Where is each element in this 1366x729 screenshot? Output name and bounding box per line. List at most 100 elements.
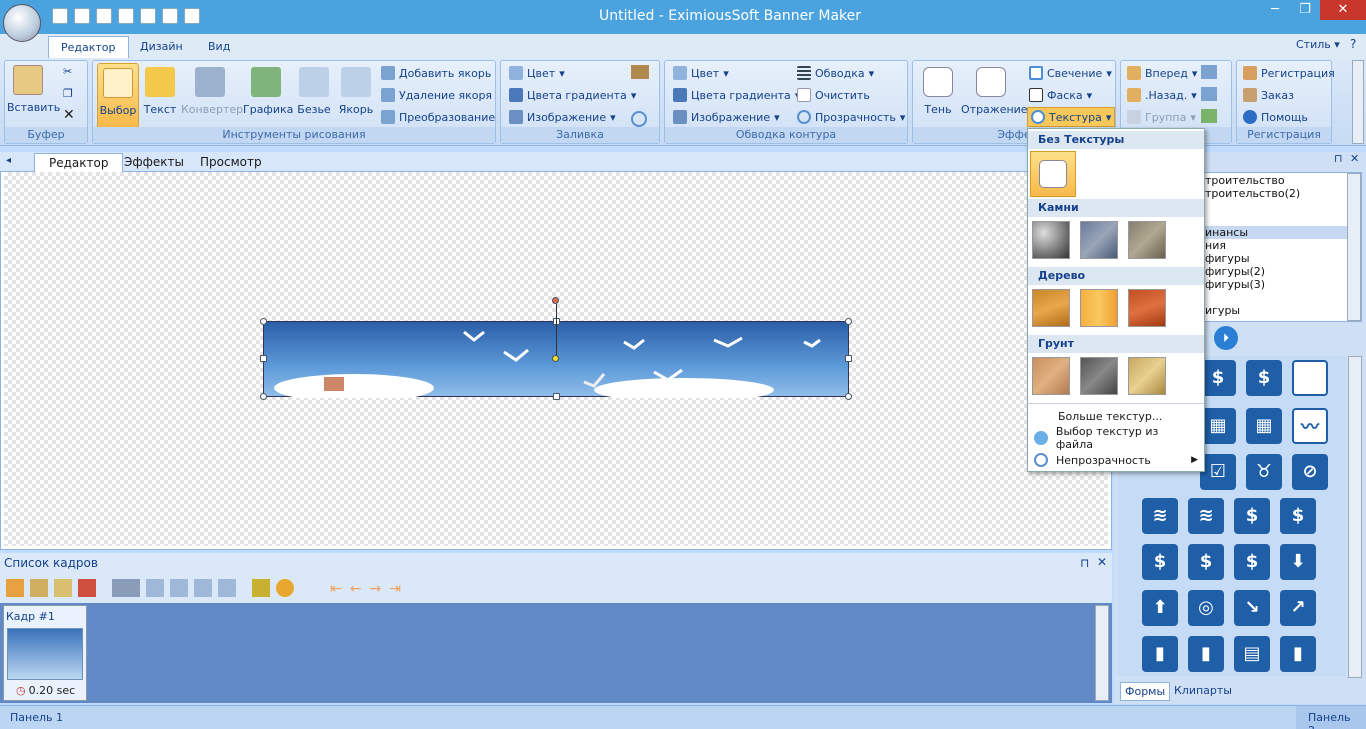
help-icon[interactable]: ? (1350, 37, 1356, 51)
text-tool-button[interactable]: Текст (139, 63, 181, 129)
last-frame-icon[interactable]: ⇥ (389, 581, 401, 597)
upload-tray-icon[interactable]: ⬆ (1142, 590, 1178, 626)
fill-opacity-icon[interactable] (631, 111, 647, 127)
money-bag-icon[interactable]: $ (1200, 360, 1236, 396)
undo-icon[interactable] (162, 8, 178, 24)
bevel-button[interactable]: Фаска ▾ (1029, 85, 1092, 105)
resize-handle[interactable] (260, 393, 267, 400)
doc-tab-effects[interactable]: Эффекты (110, 153, 198, 172)
anchor-tool-button[interactable]: Якорь (335, 63, 377, 129)
download-tray-icon[interactable]: ⬇ (1280, 544, 1316, 580)
outline-color-button[interactable]: Цвет ▾ (673, 63, 729, 83)
list-item[interactable]: троительство (1205, 174, 1361, 187)
tab-shapes[interactable]: Формы (1120, 682, 1171, 701)
soil-texture-3[interactable] (1128, 357, 1166, 395)
center-handle[interactable] (552, 355, 559, 362)
duplicate-frame-icon[interactable] (54, 579, 72, 597)
resize-handle[interactable] (845, 355, 852, 362)
list-item[interactable]: игуры (1205, 304, 1361, 317)
list-scrollbar[interactable] (1347, 173, 1361, 321)
remove-anchor-button[interactable]: Удаление якоря (381, 85, 492, 105)
outline-gradient-button[interactable]: Цвета градиента ▾ (673, 85, 800, 105)
minimize-button[interactable]: ─ (1260, 0, 1290, 20)
wood-texture-2[interactable] (1080, 289, 1118, 327)
resize-handle[interactable] (553, 393, 560, 400)
frame-thumbnail[interactable]: Кадр #1 ◷ 0.20 sec (3, 605, 87, 701)
order-button[interactable]: Заказ (1243, 85, 1294, 105)
transparency-button[interactable]: Прозрачность ▾ (797, 107, 905, 127)
copy-icon[interactable]: ❐ (63, 87, 73, 100)
open-icon[interactable] (74, 8, 90, 24)
monitor-icon[interactable] (118, 8, 134, 24)
bezier-tool-button[interactable]: Безье (293, 63, 335, 129)
status-panel-1[interactable]: Панель 1 (10, 711, 63, 724)
next-page-icon[interactable]: ⏵ (1214, 326, 1238, 350)
clear-outline-button[interactable]: Очистить (797, 85, 870, 105)
insert-frame-icon[interactable] (30, 579, 48, 597)
stone-texture-2[interactable] (1080, 221, 1118, 259)
glow-button[interactable]: Свечение ▾ (1029, 63, 1112, 83)
help-button[interactable]: Помощь (1243, 107, 1308, 127)
move-last-icon[interactable] (218, 579, 236, 597)
bar-chart-icon[interactable]: ▮ (1280, 636, 1316, 672)
money-bag-icon[interactable]: $ (1188, 544, 1224, 580)
select-tool-button[interactable]: Выбор (97, 63, 139, 129)
timer-icon[interactable] (276, 579, 294, 597)
add-frame-icon[interactable] (6, 579, 24, 597)
list-item[interactable]: фигуры (1205, 252, 1361, 265)
no-texture-option[interactable] (1030, 151, 1076, 197)
align-icon[interactable] (1201, 65, 1217, 79)
tag-icon[interactable]: $ (1280, 498, 1316, 534)
price-tag-icon[interactable]: $ (1142, 544, 1178, 580)
move-right-icon[interactable] (194, 579, 212, 597)
tab-view[interactable]: Вид (196, 36, 242, 58)
maximize-button[interactable]: ❐ (1290, 0, 1320, 20)
converter-tool-button[interactable]: Конвертер (181, 63, 243, 129)
list-item[interactable]: фигуры(3) (1205, 278, 1361, 291)
redo-icon[interactable] (184, 8, 200, 24)
cut-icon[interactable]: ✂ (63, 65, 72, 78)
bull-icon[interactable]: ♉ (1246, 454, 1282, 490)
shadow-button[interactable]: Тень (917, 63, 959, 129)
outline-image-button[interactable]: Изображение ▾ (673, 107, 780, 127)
right-close-icon[interactable]: ✕ (1350, 152, 1359, 165)
blank-shape[interactable] (1292, 360, 1328, 396)
flip-icon[interactable] (1201, 109, 1217, 123)
frame-settings-icon[interactable] (112, 579, 140, 597)
fill-texture-icon[interactable] (631, 65, 649, 79)
fill-gradient-button[interactable]: Цвета градиента ▾ (509, 85, 636, 105)
list-item[interactable]: ния (1205, 239, 1361, 252)
tab-cliparts[interactable]: Клипарты (1174, 684, 1232, 697)
doc-tab-preview[interactable]: Просмотр (186, 153, 276, 172)
prev-frame-icon[interactable]: ← (350, 581, 362, 597)
tab-editor[interactable]: Редактор (48, 36, 129, 58)
stone-texture-1[interactable] (1032, 221, 1070, 259)
bar-chart-icon[interactable]: ▮ (1188, 636, 1224, 672)
style-menu[interactable]: Стиль ▾ (1296, 38, 1340, 51)
stroke-button[interactable]: Обводка ▾ (797, 63, 874, 83)
app-menu-button[interactable] (3, 4, 41, 42)
first-frame-icon[interactable]: ⇤ (330, 581, 342, 597)
reflection-button[interactable]: Отражение (961, 63, 1028, 129)
wood-texture-1[interactable] (1032, 289, 1070, 327)
resize-handle[interactable] (260, 318, 267, 325)
money-bag-icon[interactable]: $ (1234, 544, 1270, 580)
resize-handle[interactable] (845, 393, 852, 400)
pin-icon[interactable]: ⊓ (1080, 556, 1089, 570)
line-chart-icon[interactable]: 〰 (1292, 408, 1328, 444)
add-anchor-button[interactable]: Добавить якорь (381, 63, 491, 83)
distribute-icon[interactable] (1201, 87, 1217, 101)
soil-texture-1[interactable] (1032, 357, 1070, 395)
checkbox-icon[interactable]: ☑ (1200, 454, 1236, 490)
print-icon[interactable] (140, 8, 156, 24)
opacity-item[interactable]: Непрозрачность ▶ (1028, 449, 1204, 471)
bring-forward-button[interactable]: Вперед ▾ (1127, 63, 1197, 83)
resize-handle[interactable] (260, 355, 267, 362)
paste-button[interactable]: Вставить (7, 61, 60, 127)
bar-chart-icon[interactable]: ▮ (1142, 636, 1178, 672)
ribbon-scrollbar[interactable] (1352, 60, 1364, 144)
fill-color-button[interactable]: Цвет ▾ (509, 63, 565, 83)
delete-icon[interactable]: ✕ (63, 107, 75, 123)
wood-texture-3[interactable] (1128, 289, 1166, 327)
texture-button[interactable]: Текстура ▾ (1027, 107, 1116, 127)
